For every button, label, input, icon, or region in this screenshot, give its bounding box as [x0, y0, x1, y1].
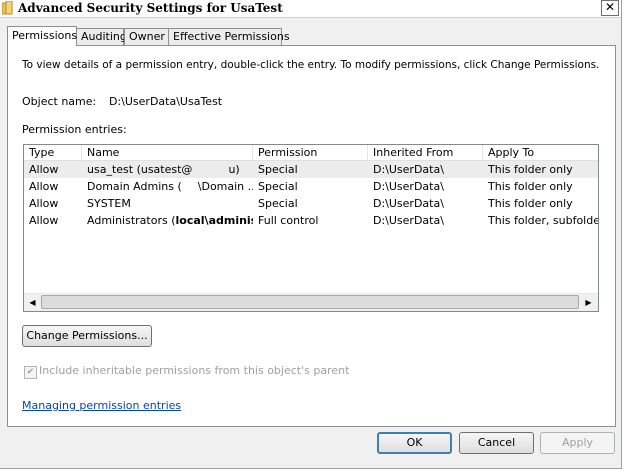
- cell-apply-to: This folder only: [488, 197, 573, 210]
- scroll-left-button[interactable]: ◀: [25, 295, 40, 310]
- apply-button[interactable]: Apply: [540, 432, 615, 454]
- cell-type: Allow: [29, 180, 59, 193]
- name-tail-text: \Domain ...: [197, 180, 253, 193]
- instructions-text: To view details of a permission entry, d…: [22, 59, 600, 71]
- cell-permission: Special: [258, 180, 298, 193]
- cell-name: Administrators (local\administrator: [82, 212, 253, 229]
- object-name-value[interactable]: D:\UserData\UsaTest: [109, 95, 222, 108]
- cell-permission: Special: [258, 163, 298, 176]
- tab-permissions[interactable]: Permissions: [7, 26, 77, 46]
- tab-effective-permissions[interactable]: Effective Permissions: [168, 28, 290, 45]
- object-name-label: Object name:: [22, 95, 97, 108]
- tab-label: Permissions: [12, 29, 78, 42]
- cell-permission: Special: [258, 197, 298, 210]
- cell-type: Allow: [29, 197, 59, 210]
- permission-entries-list[interactable]: Type Name Permission Inherited From Appl…: [23, 144, 599, 312]
- tab-label: Owner: [129, 30, 165, 43]
- cell-inherited-from: D:\UserData\: [373, 180, 444, 193]
- close-icon: ✕: [604, 0, 616, 14]
- inherit-permissions-label: Include inheritable permissions from thi…: [39, 364, 350, 377]
- column-header-type[interactable]: Type: [24, 145, 82, 160]
- name-text: Domain Admins (: [87, 180, 182, 193]
- permission-entries-label: Permission entries:: [22, 123, 127, 136]
- cell-apply-to: This folder only: [488, 163, 573, 176]
- cell-inherited-from: D:\UserData\: [373, 214, 444, 227]
- close-button[interactable]: ✕: [601, 0, 619, 16]
- horizontal-scrollbar[interactable]: ◀ ▶: [24, 293, 598, 311]
- cell-type: Allow: [29, 214, 59, 227]
- check-icon: ✔: [26, 367, 35, 377]
- ok-button[interactable]: OK: [377, 432, 452, 454]
- permissions-panel: To view details of a permission entry, d…: [7, 45, 616, 427]
- name-tail-text: u): [228, 163, 240, 176]
- cell-inherited-from: D:\UserData\: [373, 197, 444, 210]
- managing-permission-entries-link[interactable]: Managing permission entries: [22, 399, 181, 412]
- cancel-button[interactable]: Cancel: [459, 432, 534, 454]
- scroll-left-icon: ◀: [29, 298, 36, 307]
- list-header: Type Name Permission Inherited From Appl…: [24, 145, 598, 161]
- title-bar: Advanced Security Settings for UsaTest ✕: [0, 0, 621, 18]
- cell-permission: Full control: [258, 214, 319, 227]
- cell-name: Domain Admins ( \Domain ...: [82, 178, 253, 195]
- tab-label: Auditing: [81, 30, 127, 43]
- change-permissions-button[interactable]: Change Permissions...: [22, 325, 152, 347]
- folder-icon: [2, 1, 13, 15]
- tab-label: Effective Permissions: [173, 30, 290, 43]
- advanced-security-dialog: Advanced Security Settings for UsaTest ✕…: [0, 0, 622, 469]
- inherit-permissions-checkbox[interactable]: ✔: [24, 366, 37, 379]
- cell-apply-to: This folder, subfolders a: [488, 214, 598, 227]
- table-row[interactable]: Allow Administrators (local\administrato…: [24, 212, 598, 229]
- name-text: SYSTEM: [87, 197, 131, 210]
- scrollbar-thumb[interactable]: [41, 295, 579, 309]
- name-text: usa_test (usatest@: [87, 163, 193, 176]
- cell-name: SYSTEM: [82, 195, 253, 212]
- column-header-apply-to[interactable]: Apply To: [483, 145, 598, 160]
- tab-auditing[interactable]: Auditing: [76, 28, 127, 45]
- tab-owner[interactable]: Owner: [124, 28, 169, 45]
- column-header-inherited-from[interactable]: Inherited From: [368, 145, 483, 160]
- table-row[interactable]: Allow Domain Admins ( \Domain ... Special…: [24, 178, 598, 195]
- column-header-permission[interactable]: Permission: [253, 145, 368, 160]
- window-title: Advanced Security Settings for UsaTest: [18, 1, 283, 15]
- scroll-right-icon: ▶: [585, 298, 592, 307]
- name-text: Administrators (: [87, 214, 176, 227]
- column-header-name[interactable]: Name: [82, 145, 253, 160]
- cell-apply-to: This folder only: [488, 180, 573, 193]
- cell-name: usa_test (usatest@ u): [82, 161, 253, 178]
- table-row[interactable]: Allow usa_test (usatest@ u) Special D:\Us…: [24, 161, 598, 178]
- table-row[interactable]: Allow SYSTEM Special D:\UserData\ This f…: [24, 195, 598, 212]
- cell-inherited-from: D:\UserData\: [373, 163, 444, 176]
- cell-type: Allow: [29, 163, 59, 176]
- name-tail-text: local\administrator: [175, 214, 253, 227]
- scroll-right-button[interactable]: ▶: [581, 295, 596, 310]
